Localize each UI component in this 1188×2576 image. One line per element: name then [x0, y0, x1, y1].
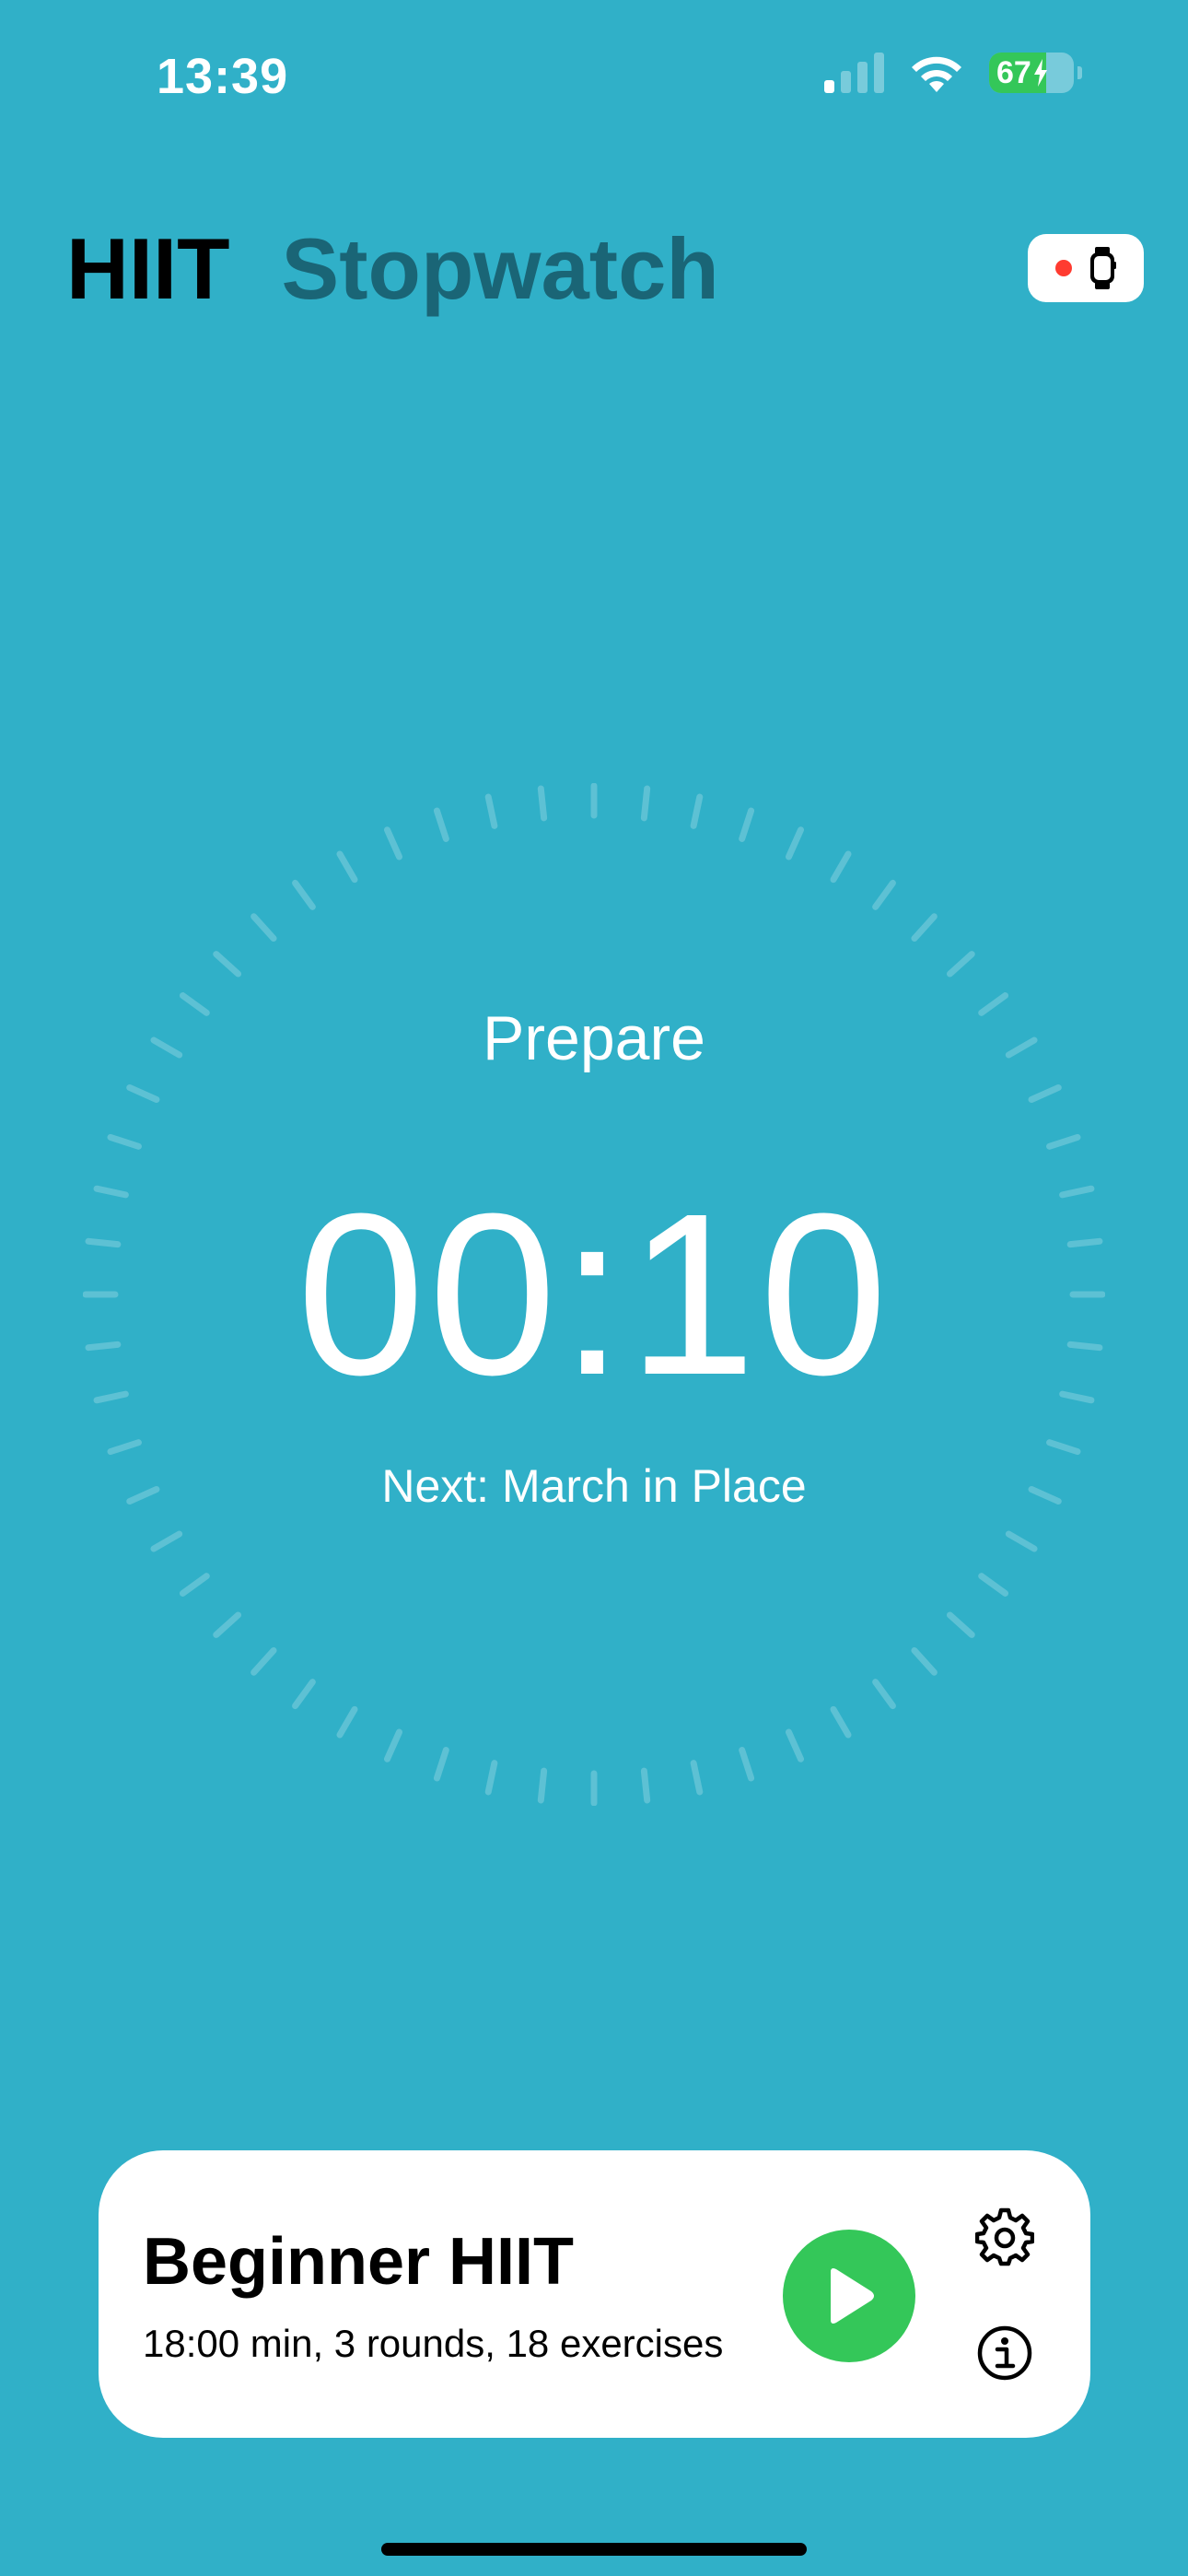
battery-indicator: 67 [989, 53, 1074, 93]
dial-tick [1046, 1133, 1081, 1150]
battery-cap [1077, 66, 1082, 79]
dial-tick [484, 793, 498, 829]
workout-card[interactable]: Beginner HIIT 18:00 min, 3 rounds, 18 ex… [99, 2150, 1090, 2438]
dial-tick [911, 1646, 938, 1676]
phase-label: Prepare [483, 1003, 705, 1073]
dial-tick [292, 879, 316, 910]
dial-tick [179, 1573, 210, 1597]
dial-tick [739, 1747, 755, 1782]
dial-tick [640, 785, 651, 822]
dial-tick [336, 850, 358, 884]
dial-tick [690, 793, 704, 829]
status-indicators: 67 [824, 52, 1082, 94]
mode-tabs: HIIT Stopwatch [66, 219, 719, 319]
cellular-signal-icon [824, 53, 884, 93]
gear-icon[interactable] [975, 2207, 1034, 2266]
dial-tick [433, 1747, 449, 1782]
start-workout-button[interactable] [783, 2230, 915, 2362]
dial-tick [126, 1083, 160, 1103]
dial-tick [786, 1728, 805, 1762]
dial-tick [739, 807, 755, 842]
dial-tick [911, 913, 938, 943]
dial-tick [213, 951, 242, 978]
wifi-icon [912, 56, 961, 92]
dial-tick [383, 826, 402, 861]
dial-tick [872, 1679, 896, 1710]
battery-percent: 67 [996, 54, 1031, 90]
dial-tick [830, 1705, 852, 1739]
charging-bolt-icon [1033, 59, 1047, 87]
dial-tick [537, 785, 548, 822]
dial-tick [336, 1705, 358, 1739]
workout-summary: 18:00 min, 3 rounds, 18 exercises [143, 2322, 724, 2365]
dial-tick [107, 1133, 142, 1150]
dial-tick [1005, 1530, 1038, 1552]
dial-tick [433, 807, 449, 842]
dial-tick [830, 850, 852, 884]
app-screen: 13:39 67 HIIT Stopwatch Prepare 00:10 Ne… [0, 0, 1188, 2576]
dial-tick [213, 1611, 242, 1638]
dial-tick [640, 1767, 651, 1804]
workout-title: Beginner HIIT [143, 2225, 575, 2299]
tab-stopwatch[interactable]: Stopwatch [282, 219, 719, 319]
tab-hiit[interactable]: HIIT [66, 219, 230, 319]
dial-tick [250, 1646, 277, 1676]
dial-tick [786, 826, 805, 861]
dial-tick [872, 879, 896, 910]
dial-tick [1028, 1083, 1062, 1103]
dial-tick [383, 1728, 402, 1762]
play-icon [831, 2268, 874, 2324]
dial-tick [946, 951, 975, 978]
info-circle-icon[interactable] [975, 2324, 1034, 2383]
dial-tick [978, 1573, 1009, 1597]
dial-tick [484, 1760, 498, 1796]
dial-tick [150, 1530, 183, 1552]
dial-tick [1046, 1439, 1081, 1456]
timer-countdown: 00:10 [297, 1165, 891, 1423]
next-exercise-label: Next: March in Place [381, 1460, 807, 1512]
dial-tick [537, 1767, 548, 1804]
apple-watch-icon [1090, 247, 1116, 289]
dial-tick [292, 1679, 316, 1710]
dial-tick [250, 913, 277, 943]
home-indicator [381, 2543, 807, 2556]
watch-connection-button[interactable] [1028, 234, 1144, 302]
status-time: 13:39 [157, 49, 289, 104]
dial-tick [946, 1611, 975, 1638]
dial-tick [107, 1439, 142, 1456]
recording-dot [1055, 260, 1072, 276]
dial-tick [690, 1760, 704, 1796]
